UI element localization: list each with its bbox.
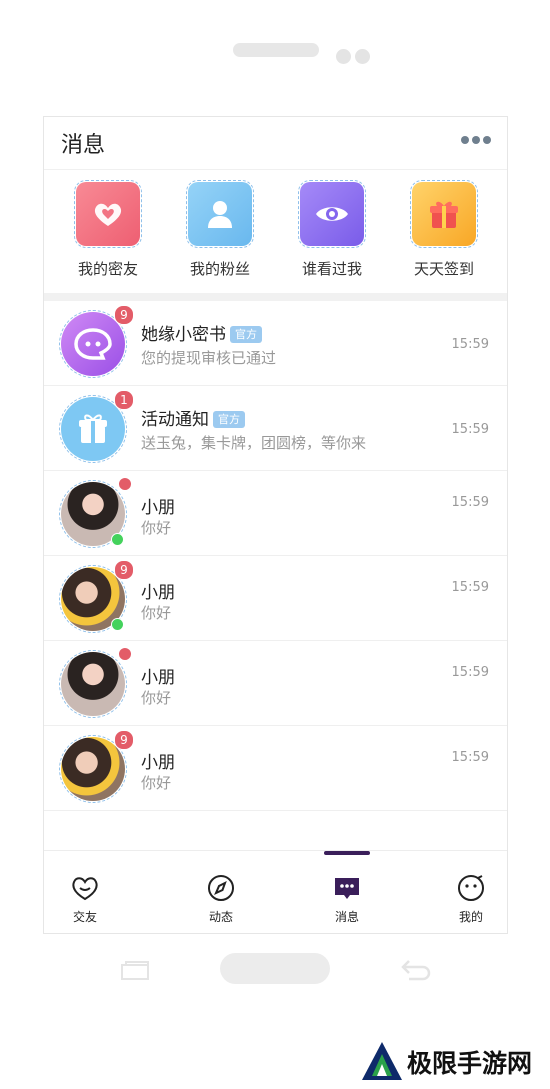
device-camera	[336, 49, 351, 64]
smiley-icon	[458, 875, 484, 901]
tab-moments[interactable]: 动态	[181, 851, 261, 933]
section-divider	[44, 293, 507, 301]
heart-face-icon	[72, 877, 98, 901]
conversation-row[interactable]: 1 活动通知 官方 送玉兔，集卡牌，团圆榜，等你来 15:59	[44, 386, 507, 471]
conversation-name: 小朋	[141, 498, 175, 518]
conversation-name: 小朋	[141, 668, 175, 688]
back-icon[interactable]	[399, 958, 431, 982]
quick-action-checkin[interactable]: 天天签到	[406, 180, 482, 279]
conversation-name: 她缘小密书 官方	[141, 320, 262, 345]
eye-icon	[298, 180, 366, 248]
conversation-preview: 您的提现审核已通过	[141, 349, 277, 367]
heart-chat-icon	[74, 180, 142, 248]
quick-action-label: 谁看过我	[301, 260, 362, 278]
quick-action-label: 我的粉丝	[189, 260, 250, 278]
unread-badge: 1	[114, 390, 134, 410]
official-tag: 官方	[213, 411, 245, 428]
tab-label: 交友	[72, 910, 97, 924]
home-button[interactable]	[220, 953, 330, 984]
tab-bar: 交友 动态 消息 我的	[44, 850, 507, 933]
unread-badge: 9	[114, 730, 134, 750]
quick-actions: 我的密友 我的粉丝 谁看过我 天天签到	[44, 170, 507, 292]
conversation-time: 15:59	[451, 495, 489, 510]
conversation-name: 活动通知 官方	[141, 405, 245, 430]
conversation-time: 15:59	[451, 665, 489, 680]
unread-badge: 9	[114, 560, 134, 580]
conversation-preview: 你好	[141, 519, 172, 537]
conversation-time: 15:59	[451, 422, 489, 437]
quick-action-close-friends[interactable]: 我的密友	[70, 180, 146, 279]
official-tag: 官方	[230, 326, 262, 343]
conversation-preview: 你好	[141, 689, 172, 707]
quick-action-visitors[interactable]: 谁看过我	[294, 180, 370, 279]
device-speaker	[233, 43, 319, 57]
header: 消息	[44, 117, 507, 170]
tab-me[interactable]: 我的	[431, 851, 507, 933]
watermark-text: 极限手游网	[407, 1049, 533, 1078]
gift-box-icon	[410, 180, 478, 248]
compass-icon	[208, 875, 234, 901]
quick-action-label: 天天签到	[413, 260, 474, 278]
conversation-preview: 你好	[141, 604, 172, 622]
conversation-row[interactable]: 9 小朋 你好 15:59	[44, 726, 507, 811]
tab-label: 动态	[208, 910, 233, 924]
unread-dot	[118, 647, 132, 661]
app-screen: 消息 我的密友 我的粉丝 谁看过我 天天签到 9 她缘小密书 官方 您的提现审核…	[43, 116, 508, 934]
conversation-preview: 你好	[141, 774, 172, 792]
tab-messages[interactable]: 消息	[307, 851, 387, 933]
unread-dot	[118, 477, 132, 491]
user-icon	[186, 180, 254, 248]
conversation-row[interactable]: 小朋 你好 15:59	[44, 641, 507, 726]
tab-make-friends[interactable]: 交友	[45, 851, 125, 933]
conversation-name: 小朋	[141, 583, 175, 603]
quick-action-label: 我的密友	[77, 260, 138, 278]
recent-apps-icon[interactable]	[118, 960, 152, 982]
unread-badge: 9	[114, 305, 134, 325]
conversation-row[interactable]: 9 小朋 你好 15:59	[44, 556, 507, 641]
tab-label: 消息	[334, 910, 359, 924]
watermark-logo-icon	[362, 1042, 402, 1080]
conversation-time: 15:59	[451, 337, 489, 352]
tab-label: 我的	[458, 910, 483, 924]
conversation-name: 小朋	[141, 753, 175, 773]
message-icon	[335, 878, 359, 899]
page-title: 消息	[61, 133, 106, 158]
device-sensor	[355, 49, 370, 64]
quick-action-fans[interactable]: 我的粉丝	[182, 180, 258, 279]
conversation-time: 15:59	[451, 750, 489, 765]
conversation-time: 15:59	[451, 580, 489, 595]
online-status-dot	[111, 618, 124, 631]
conversation-row[interactable]: 小朋 你好 15:59	[44, 471, 507, 556]
more-icon[interactable]	[461, 136, 491, 144]
avatar	[59, 650, 127, 718]
conversation-row[interactable]: 9 她缘小密书 官方 您的提现审核已通过 15:59	[44, 301, 507, 386]
online-status-dot	[111, 533, 124, 546]
conversation-preview: 送玉兔，集卡牌，团圆榜，等你来	[141, 434, 367, 452]
